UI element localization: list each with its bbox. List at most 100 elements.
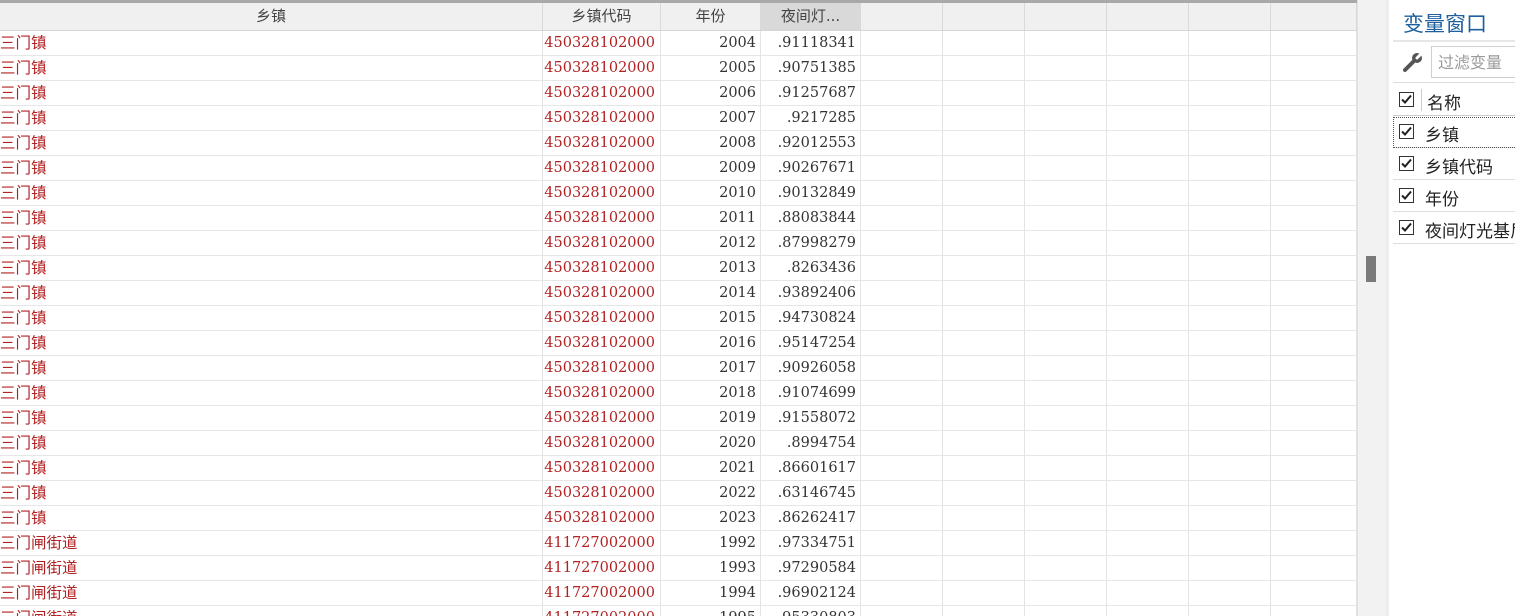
empty-cell[interactable] bbox=[1189, 131, 1271, 155]
empty-cell[interactable] bbox=[861, 31, 943, 55]
cell-night-light[interactable]: .90751385 bbox=[761, 56, 861, 80]
empty-cell[interactable] bbox=[1107, 381, 1189, 405]
variable-checkbox[interactable] bbox=[1399, 188, 1414, 203]
empty-cell[interactable] bbox=[861, 306, 943, 330]
table-row[interactable]: 三门镇 450328102000 2017.90926058 bbox=[0, 356, 1357, 381]
cell-night-light[interactable]: .97290584 bbox=[761, 556, 861, 580]
empty-cell[interactable] bbox=[943, 131, 1025, 155]
empty-cell[interactable] bbox=[1271, 431, 1357, 455]
empty-cell[interactable] bbox=[1189, 156, 1271, 180]
variable-item[interactable]: 夜间灯光基尼 bbox=[1393, 213, 1515, 244]
empty-cell[interactable] bbox=[943, 56, 1025, 80]
vertical-scrollbar[interactable] bbox=[1357, 0, 1385, 616]
table-row[interactable]: 三门镇 450328102000 2020.8994754 bbox=[0, 431, 1357, 456]
empty-cell[interactable] bbox=[1189, 331, 1271, 355]
empty-cell[interactable] bbox=[861, 506, 943, 530]
cell-town[interactable]: 三门镇 bbox=[0, 156, 543, 180]
empty-cell[interactable] bbox=[1025, 281, 1107, 305]
empty-cell[interactable] bbox=[1025, 256, 1107, 280]
empty-cell[interactable] bbox=[1271, 231, 1357, 255]
empty-cell[interactable] bbox=[943, 556, 1025, 580]
empty-cell[interactable] bbox=[861, 356, 943, 380]
cell-night-light[interactable]: .87998279 bbox=[761, 231, 861, 255]
cell-town[interactable]: 三门镇 bbox=[0, 231, 543, 255]
cell-night-light[interactable]: .95330803 bbox=[761, 606, 861, 616]
empty-cell[interactable] bbox=[1271, 506, 1357, 530]
cell-year[interactable]: 2008 bbox=[661, 131, 761, 155]
empty-cell[interactable] bbox=[1189, 506, 1271, 530]
empty-cell[interactable] bbox=[1025, 306, 1107, 330]
table-row[interactable]: 三门镇 450328102000 2019.91558072 bbox=[0, 406, 1357, 431]
empty-cell[interactable] bbox=[861, 406, 943, 430]
empty-cell[interactable] bbox=[861, 606, 943, 616]
empty-cell[interactable] bbox=[1189, 456, 1271, 480]
empty-cell[interactable] bbox=[1271, 606, 1357, 616]
empty-cell[interactable] bbox=[1271, 256, 1357, 280]
empty-cell[interactable] bbox=[943, 381, 1025, 405]
empty-cell[interactable] bbox=[1025, 81, 1107, 105]
table-row[interactable]: 三门镇 450328102000 2014.93892406 bbox=[0, 281, 1357, 306]
cell-year[interactable]: 2012 bbox=[661, 231, 761, 255]
empty-cell[interactable] bbox=[943, 356, 1025, 380]
empty-cell[interactable] bbox=[1025, 206, 1107, 230]
cell-year[interactable]: 2023 bbox=[661, 506, 761, 530]
table-row[interactable]: 三门镇 450328102000 2013.8263436 bbox=[0, 256, 1357, 281]
column-header-town[interactable]: 乡镇 bbox=[0, 3, 543, 30]
empty-cell[interactable] bbox=[1189, 531, 1271, 555]
cell-year[interactable]: 2013 bbox=[661, 256, 761, 280]
empty-cell[interactable] bbox=[1107, 506, 1189, 530]
cell-town-code[interactable]: 450328102000 bbox=[543, 31, 661, 55]
cell-town-code[interactable]: 411727002000 bbox=[543, 581, 661, 605]
cell-town-code[interactable]: 450328102000 bbox=[543, 131, 661, 155]
table-row[interactable]: 三门镇 450328102000 2012.87998279 bbox=[0, 231, 1357, 256]
cell-town-code[interactable]: 450328102000 bbox=[543, 81, 661, 105]
empty-cell[interactable] bbox=[943, 106, 1025, 130]
empty-cell[interactable] bbox=[1189, 106, 1271, 130]
empty-cell[interactable] bbox=[1189, 281, 1271, 305]
variable-checkbox[interactable] bbox=[1399, 220, 1414, 235]
empty-cell[interactable] bbox=[1107, 256, 1189, 280]
empty-cell[interactable] bbox=[943, 81, 1025, 105]
cell-night-light[interactable]: .86601617 bbox=[761, 456, 861, 480]
cell-year[interactable]: 2004 bbox=[661, 31, 761, 55]
empty-cell[interactable] bbox=[1025, 106, 1107, 130]
cell-town-code[interactable]: 450328102000 bbox=[543, 406, 661, 430]
empty-cell[interactable] bbox=[1107, 456, 1189, 480]
empty-cell[interactable] bbox=[943, 281, 1025, 305]
cell-town-code[interactable]: 450328102000 bbox=[543, 256, 661, 280]
empty-cell[interactable] bbox=[943, 506, 1025, 530]
cell-night-light[interactable]: .90926058 bbox=[761, 356, 861, 380]
empty-cell[interactable] bbox=[1189, 431, 1271, 455]
empty-cell[interactable] bbox=[1189, 556, 1271, 580]
cell-town-code[interactable]: 450328102000 bbox=[543, 156, 661, 180]
cell-town-code[interactable]: 450328102000 bbox=[543, 431, 661, 455]
empty-cell[interactable] bbox=[861, 81, 943, 105]
empty-cell[interactable] bbox=[1189, 381, 1271, 405]
variable-item[interactable]: 年份 bbox=[1393, 181, 1515, 212]
empty-cell[interactable] bbox=[943, 206, 1025, 230]
empty-cell[interactable] bbox=[1271, 131, 1357, 155]
empty-cell[interactable] bbox=[1271, 281, 1357, 305]
cell-night-light[interactable]: .95147254 bbox=[761, 331, 861, 355]
empty-cell[interactable] bbox=[1025, 506, 1107, 530]
cell-town-code[interactable]: 450328102000 bbox=[543, 331, 661, 355]
cell-town[interactable]: 三门镇 bbox=[0, 456, 543, 480]
empty-cell[interactable] bbox=[1107, 281, 1189, 305]
cell-year[interactable]: 2017 bbox=[661, 356, 761, 380]
variable-item[interactable]: 乡镇 bbox=[1393, 117, 1515, 148]
table-row[interactable]: 三门镇 450328102000 2006.91257687 bbox=[0, 81, 1357, 106]
empty-cell[interactable] bbox=[1271, 56, 1357, 80]
table-row[interactable]: 三门镇 450328102000 2023.86262417 bbox=[0, 506, 1357, 531]
cell-night-light[interactable]: .96902124 bbox=[761, 581, 861, 605]
empty-cell[interactable] bbox=[1107, 81, 1189, 105]
cell-town[interactable]: 三门闸街道 bbox=[0, 531, 543, 555]
empty-cell[interactable] bbox=[861, 231, 943, 255]
cell-night-light[interactable]: .8994754 bbox=[761, 431, 861, 455]
table-row[interactable]: 三门镇 450328102000 2007.9217285 bbox=[0, 106, 1357, 131]
table-row[interactable]: 三门闸街道4117270020001995.95330803 bbox=[0, 606, 1357, 616]
empty-cell[interactable] bbox=[1025, 581, 1107, 605]
data-grid[interactable]: 乡镇 乡镇代码 年份 夜间灯... 三门镇 450328102000 2004.91… bbox=[0, 0, 1357, 616]
table-row[interactable]: 三门闸街道 411727002000 1993.97290584 bbox=[0, 556, 1357, 581]
cell-night-light[interactable]: .9217285 bbox=[761, 106, 861, 130]
cell-town[interactable]: 三门镇 bbox=[0, 206, 543, 230]
